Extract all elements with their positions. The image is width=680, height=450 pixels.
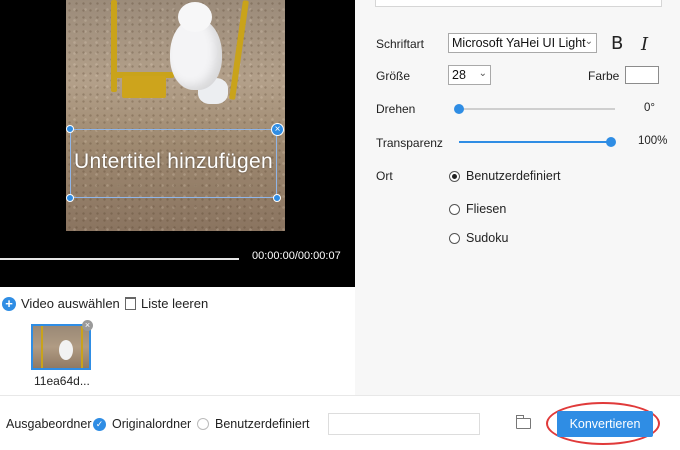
output-folder-label: Ausgabeordner bbox=[6, 417, 91, 431]
transparency-slider-fill bbox=[459, 141, 611, 143]
thumbnail-filename: 11ea64d... bbox=[34, 374, 90, 388]
transparency-slider-knob[interactable] bbox=[606, 137, 616, 147]
thumbnail-pole bbox=[41, 326, 43, 368]
convert-button[interactable]: Konvertieren bbox=[557, 411, 653, 437]
position-option-label: Fliesen bbox=[466, 202, 507, 216]
position-option-label: Sudoku bbox=[466, 231, 509, 245]
position-option-fliesen[interactable]: Fliesen bbox=[449, 202, 506, 216]
rotate-value: 0° bbox=[644, 102, 655, 114]
chevron-down-icon: ⌄ bbox=[478, 68, 487, 79]
swing-bench bbox=[122, 76, 166, 98]
size-select[interactable]: 28 ⌄ bbox=[448, 65, 491, 85]
chevron-down-icon: ⌄ bbox=[584, 36, 593, 47]
transparency-label: Transparenz bbox=[376, 136, 443, 150]
resize-handle-bottom-left[interactable] bbox=[66, 194, 74, 202]
checked-icon: ✓ bbox=[93, 417, 106, 431]
subtitle-text-input[interactable] bbox=[375, 0, 662, 7]
unchecked-icon bbox=[197, 418, 209, 430]
clear-list-button[interactable]: Liste leeren bbox=[125, 296, 208, 311]
transparency-value: 100% bbox=[638, 135, 668, 147]
bottom-bar: Ausgabeordner ✓ Originalordner Benutzerd… bbox=[0, 395, 680, 450]
add-video-button[interactable]: + Video auswählen bbox=[2, 296, 120, 311]
italic-button[interactable]: I bbox=[641, 34, 648, 55]
position-option-sudoku[interactable]: Sudoku bbox=[449, 231, 508, 245]
plus-icon: + bbox=[2, 296, 16, 311]
remove-thumbnail-icon[interactable]: × bbox=[82, 320, 93, 331]
subtitle-close-icon[interactable]: × bbox=[271, 123, 284, 136]
transparency-slider[interactable] bbox=[459, 137, 616, 147]
position-option-benutzerdefiniert[interactable]: Benutzerdefiniert bbox=[449, 169, 561, 183]
font-select[interactable]: Microsoft YaHei UI Light ⌄ bbox=[448, 33, 597, 53]
custom-folder-option[interactable]: Benutzerdefiniert bbox=[197, 417, 310, 431]
folder-icon[interactable] bbox=[516, 415, 531, 429]
custom-folder-label: Benutzerdefiniert bbox=[215, 417, 310, 431]
video-preview: Untertitel hinzufügen × 00:00:00/00:00:0… bbox=[0, 0, 355, 287]
cat-head bbox=[178, 2, 212, 32]
resize-handle-top-left[interactable] bbox=[66, 125, 74, 133]
swing-pole-left bbox=[111, 0, 117, 92]
progress-bar[interactable] bbox=[0, 258, 239, 260]
video-thumbnail[interactable] bbox=[31, 324, 91, 370]
original-folder-label: Originalordner bbox=[112, 417, 192, 431]
size-label: Größe bbox=[376, 69, 411, 83]
rotate-label: Drehen bbox=[376, 102, 416, 116]
clear-list-label: Liste leeren bbox=[141, 296, 209, 311]
thumbnail-cat bbox=[59, 340, 73, 360]
position-label: Ort bbox=[376, 169, 393, 183]
color-picker[interactable] bbox=[625, 66, 659, 84]
bold-button[interactable]: B bbox=[611, 33, 623, 54]
radio-icon bbox=[449, 232, 460, 244]
thumbnail-pole bbox=[81, 326, 83, 368]
rotate-slider-knob[interactable] bbox=[454, 104, 464, 114]
font-label: Schriftart bbox=[376, 37, 425, 51]
output-folder-label-text: Ausgabeordner bbox=[6, 417, 92, 431]
radio-icon bbox=[449, 203, 460, 215]
output-path-input[interactable] bbox=[328, 413, 480, 435]
trash-icon bbox=[125, 297, 136, 310]
add-video-label: Video auswählen bbox=[21, 296, 120, 311]
time-label: 00:00:00/00:00:07 bbox=[252, 250, 341, 262]
radio-icon bbox=[449, 170, 460, 182]
subtitle-settings-panel: Schriftart Microsoft YaHei UI Light ⌄ B … bbox=[355, 0, 680, 395]
rotate-slider[interactable] bbox=[454, 104, 615, 114]
position-option-label: Benutzerdefiniert bbox=[466, 169, 561, 183]
font-select-value: Microsoft YaHei UI Light bbox=[452, 36, 586, 50]
subtitle-box[interactable]: Untertitel hinzufügen bbox=[70, 129, 277, 198]
original-folder-option[interactable]: ✓ Originalordner bbox=[93, 417, 191, 431]
size-select-value: 28 bbox=[452, 68, 466, 82]
subtitle-placeholder[interactable]: Untertitel hinzufügen bbox=[71, 150, 276, 174]
color-label: Farbe bbox=[588, 69, 620, 83]
resize-handle-bottom-right[interactable] bbox=[273, 194, 281, 202]
